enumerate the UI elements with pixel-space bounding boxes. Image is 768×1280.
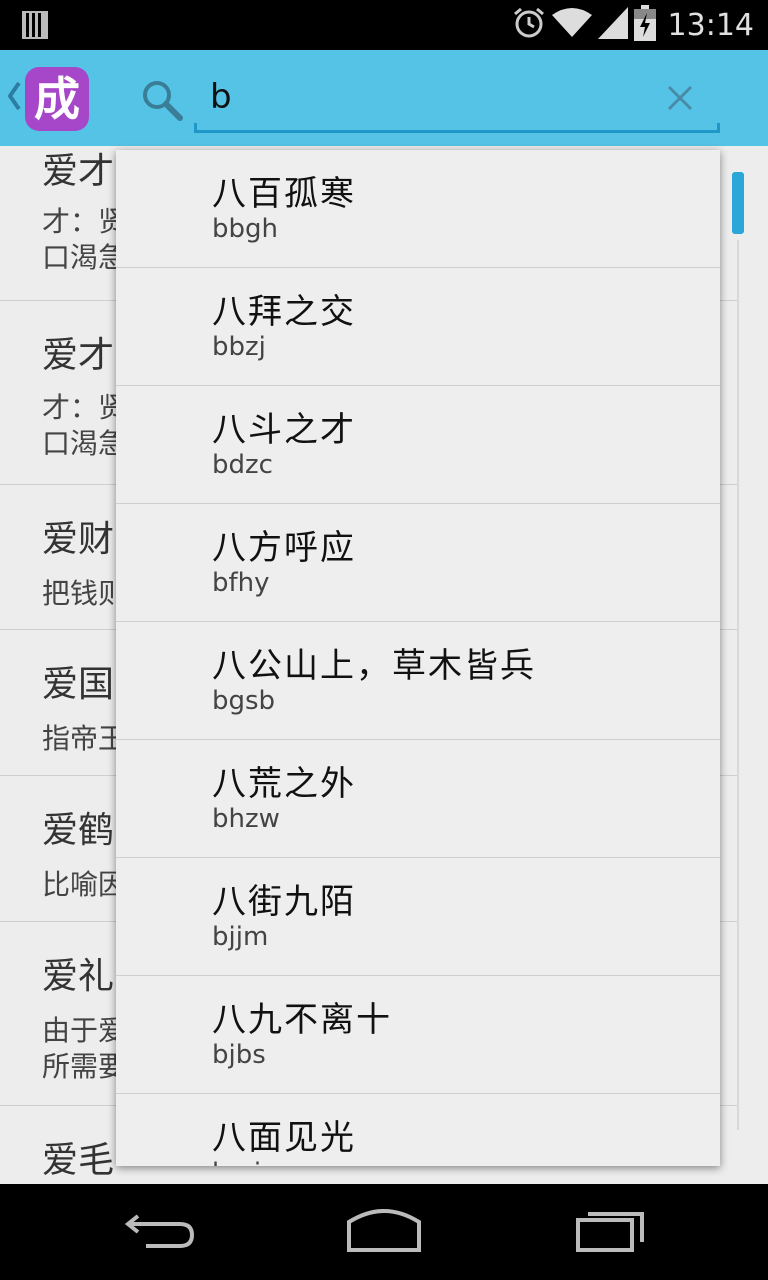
recent-apps-icon[interactable] (574, 1206, 646, 1258)
suggestion-word: 八荒之外 (212, 764, 356, 804)
suggestion-abbr: bbgh (212, 214, 278, 244)
notification-icon (22, 11, 48, 43)
list-item-desc: 才：贤 口渴急 (42, 391, 127, 460)
wifi-icon (551, 7, 592, 43)
suggestion-item[interactable]: 八拜之交 bbzj (116, 268, 720, 386)
suggestion-abbr: bjjm (212, 922, 269, 952)
app-icon[interactable]: 成 (25, 67, 89, 131)
suggestion-item[interactable]: 八荒之外 bhzw (116, 740, 720, 858)
suggestion-item[interactable]: 八百孤寒 bbgh (116, 150, 720, 268)
suggestion-word: 八街九陌 (212, 882, 356, 922)
suggestion-abbr: bbzj (212, 332, 266, 362)
list-item-title: 爱才 (42, 151, 115, 192)
suggestion-item[interactable]: 八街九陌 bjjm (116, 858, 720, 976)
suggestion-word: 八面见光 (212, 1118, 356, 1158)
suggestion-word: 八公山上，草木皆兵 (212, 646, 536, 686)
suggestion-abbr: bgsb (212, 686, 276, 716)
suggestion-word: 八方呼应 (212, 528, 356, 568)
suggestion-item[interactable]: 八面见光 bmjg (116, 1094, 720, 1166)
list-item-desc: 指帝王 (42, 722, 127, 755)
suggestion-word: 八拜之交 (212, 292, 356, 332)
list-item-desc: 比喻因 (42, 868, 127, 901)
suggestion-item[interactable]: 八方呼应 bfhy (116, 504, 720, 622)
list-item-desc: 才：贤 口渴急 (42, 205, 127, 274)
suggestion-abbr: bmjg (212, 1158, 278, 1166)
list-item-desc: 由于爱 所需要 (42, 1014, 127, 1083)
scrollbar-thumb[interactable] (732, 172, 744, 234)
list-item-title: 爱礼 (42, 956, 115, 997)
list-item-title: 爱国 (42, 664, 115, 705)
battery-icon (633, 5, 656, 45)
suggestion-dropdown: 八百孤寒 bbgh 八拜之交 bbzj 八斗之才 bdzc 八方呼应 bfhy … (116, 150, 720, 1166)
list-item-title: 爱毛 (42, 1140, 115, 1181)
suggestion-abbr: bjbs (212, 1040, 266, 1070)
suggestion-word: 八百孤寒 (212, 174, 356, 214)
list-item-title: 爱财 (42, 519, 115, 560)
back-chevron-icon[interactable] (6, 80, 22, 116)
suggestion-abbr: bdzc (212, 450, 273, 480)
suggestion-abbr: bhzw (212, 804, 280, 834)
search-icon (140, 78, 184, 126)
suggestion-item[interactable]: 八公山上，草木皆兵 bgsb (116, 622, 720, 740)
home-icon[interactable] (346, 1206, 422, 1258)
back-icon[interactable] (124, 1206, 196, 1258)
search-underline (194, 123, 720, 133)
clock: 13:14 (667, 7, 754, 43)
signal-icon (597, 7, 628, 43)
status-bar: 13:14 (0, 0, 768, 50)
suggestion-word: 八九不离十 (212, 1000, 392, 1040)
alarm-icon (512, 6, 546, 44)
list-item-title: 爱鹤 (42, 810, 115, 851)
suggestion-abbr: bfhy (212, 568, 270, 598)
suggestion-item[interactable]: 八九不离十 bjbs (116, 976, 720, 1094)
list-item-title: 爱才 (42, 335, 115, 376)
suggestion-item[interactable]: 八斗之才 bdzc (116, 386, 720, 504)
action-bar: 成 (0, 50, 768, 146)
suggestion-word: 八斗之才 (212, 410, 356, 450)
search-input[interactable] (194, 64, 718, 130)
list-item-desc: 把钱则 (42, 577, 127, 610)
scrollbar-track (737, 240, 739, 1130)
clear-search-icon[interactable] (664, 82, 696, 118)
navigation-bar (0, 1184, 768, 1280)
